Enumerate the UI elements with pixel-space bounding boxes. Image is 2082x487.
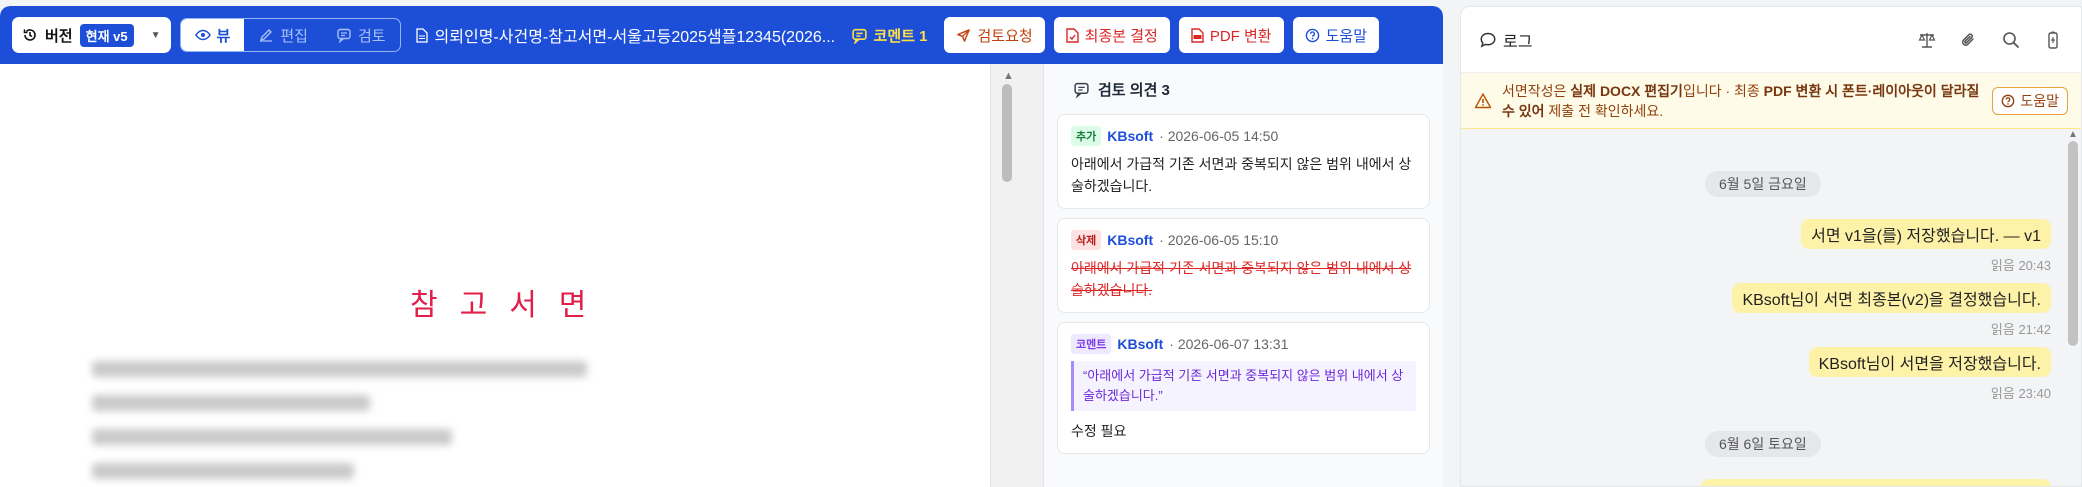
- mode-view-label: 뷰: [216, 27, 231, 45]
- message-time: 읽음 23:40: [1990, 386, 2051, 401]
- search-icon[interactable]: [2001, 30, 2021, 50]
- history-icon: [22, 27, 38, 43]
- help-label: 도움말: [1325, 27, 1368, 45]
- document-heading: 참고서면: [410, 288, 609, 323]
- notice-text-part: 서면작성은: [1502, 82, 1571, 99]
- pdf-convert-button[interactable]: PDF 변환: [1178, 17, 1284, 53]
- review-panel: 검토 의견 3 추가 KBsoft · 2026-06-05 14:50 아래에서 …: [1043, 64, 1443, 487]
- log-scrollbar[interactable]: ▲: [2068, 129, 2078, 486]
- warning-icon: [1474, 92, 1492, 110]
- review-time: · 2026-06-07 13:31: [1169, 336, 1289, 352]
- finalize-label: 최종본 결정: [1084, 27, 1158, 45]
- review-item-comment[interactable]: 코멘트 KBsoft · 2026-06-07 13:31 “아래에서 가급적 기존…: [1057, 322, 1430, 454]
- date-separator: 6월 6일 토요일: [1705, 431, 1821, 457]
- review-item-deletion[interactable]: 삭제 KBsoft · 2026-06-05 15:10 아래에서 가급적 기존 서…: [1057, 218, 1430, 313]
- send-icon: [956, 28, 971, 43]
- editor-panel: 버전 현재 v5 ▼ 뷰 편집 검토 의뢰인명-사건명-참고서면-서울고등202…: [0, 6, 1443, 487]
- review-text: 아래에서 가급적 기존 서면과 중복되지 않은 범위 내에서 상술하겠습니다.: [1071, 260, 1412, 298]
- document-page[interactable]: 참고서면: [0, 64, 990, 487]
- log-title: 로그: [1503, 33, 1533, 51]
- document-scrollbar[interactable]: ▲: [990, 64, 1043, 487]
- finalize-button[interactable]: 최종본 결정: [1053, 17, 1170, 53]
- log-panel: 로그 서면작성은 실제 DOCX 편집기입니다 · 최종 PDF 변환 시 폰트…: [1460, 6, 2082, 487]
- redacted-line: [92, 429, 452, 445]
- review-request-label: 검토요청: [977, 27, 1033, 45]
- notice-help-button[interactable]: 도움말: [1992, 86, 2068, 115]
- document-title-text: 의뢰인명-사건명-참고서면-서울고등2025샘플12345(2026...: [434, 29, 836, 46]
- scale-icon[interactable]: [1917, 30, 1937, 50]
- mode-edit-button[interactable]: 편집: [244, 19, 322, 51]
- document-check-icon: [1065, 27, 1079, 43]
- chat-log[interactable]: 6월 5일 금요일 서면 v1을(를) 저장했습니다. — v1 읽음 20:4…: [1461, 129, 2081, 486]
- review-time: · 2026-06-05 14:50: [1159, 128, 1279, 144]
- review-time: · 2026-06-05 15:10: [1159, 232, 1279, 248]
- comment-count[interactable]: 코멘트 1: [851, 25, 928, 46]
- editor-toolbar: 버전 현재 v5 ▼ 뷰 편집 검토 의뢰인명-사건명-참고서면-서울고등202…: [0, 6, 1443, 64]
- mode-edit-label: 편집: [280, 27, 308, 45]
- app-root: 버전 현재 v5 ▼ 뷰 편집 검토 의뢰인명-사건명-참고서면-서울고등202…: [0, 0, 2082, 487]
- scroll-up-icon[interactable]: ▲: [2068, 129, 2078, 140]
- comment-count-label: 코멘트 1: [873, 27, 928, 45]
- notice-banner: 서면작성은 실제 DOCX 편집기입니다 · 최종 PDF 변환 시 폰트·레이…: [1461, 73, 2081, 129]
- notice-text-part: 제출 전 확인하세요.: [1544, 102, 1664, 119]
- mode-switcher: 뷰 편집 검토: [179, 18, 401, 52]
- document-title: 의뢰인명-사건명-참고서면-서울고등2025샘플12345(2026...: [415, 23, 836, 47]
- chat-message: 서면 v1을(를) 저장했습니다. — v1: [1801, 219, 2051, 249]
- review-header: 검토 의견 3: [1057, 64, 1430, 114]
- addition-tag: 추가: [1071, 126, 1102, 146]
- comment-tag: 코멘트: [1071, 334, 1112, 354]
- pdf-icon: [1191, 27, 1204, 43]
- redacted-line: [92, 463, 354, 479]
- mode-review-button[interactable]: 검토: [322, 19, 400, 51]
- redacted-line: [92, 395, 370, 411]
- review-item-addition[interactable]: 추가 KBsoft · 2026-06-05 14:50 아래에서 가급적 기존 서…: [1057, 114, 1430, 209]
- chat-message-partial: [1701, 479, 2051, 486]
- review-author: KBsoft: [1117, 336, 1164, 352]
- version-label: 버전: [45, 27, 73, 45]
- notice-text-bold: 실제 DOCX 편집기: [1570, 82, 1683, 99]
- notice-text-part: 입니다 · 최종: [1682, 82, 1764, 99]
- date-separator: 6월 5일 금요일: [1705, 171, 1821, 197]
- mode-review-label: 검토: [357, 27, 386, 45]
- review-author: KBsoft: [1107, 128, 1154, 144]
- version-selector[interactable]: 버전 현재 v5 ▼: [12, 17, 171, 53]
- redacted-line: [92, 361, 587, 377]
- paperclip-icon[interactable]: [1959, 30, 1979, 50]
- file-icon: [415, 27, 428, 43]
- review-text: 수정 필요: [1071, 423, 1127, 439]
- message-time: 읽음 21:42: [1990, 322, 2051, 337]
- review-text: 아래에서 가급적 기존 서면과 중복되지 않은 범위 내에서 상술하겠습니다.: [1071, 156, 1412, 194]
- help-button[interactable]: 도움말: [1292, 17, 1380, 53]
- message-time: 읽음 20:43: [1990, 258, 2051, 273]
- chat-message: KBsoft님이 서면 최종본(v2)을 결정했습니다.: [1732, 283, 2051, 313]
- notice-text: 서면작성은 실제 DOCX 편집기입니다 · 최종 PDF 변환 시 폰트·레이…: [1502, 81, 1982, 121]
- chevron-down-icon: ▼: [150, 29, 161, 41]
- comment-icon: [1073, 81, 1090, 98]
- comment-icon: [851, 27, 868, 44]
- review-title: 검토 의견 3: [1098, 81, 1170, 99]
- scrollbar-thumb[interactable]: [1002, 84, 1012, 182]
- review-quote: “아래에서 가급적 기존 서면과 중복되지 않은 범위 내에서 상술하겠습니다.…: [1071, 361, 1416, 411]
- chat-message: KBsoft님이 서면을 저장했습니다.: [1808, 347, 2051, 377]
- pencil-icon: [258, 27, 274, 43]
- pdf-convert-label: PDF 변환: [1209, 27, 1272, 45]
- mode-view-button[interactable]: 뷰: [180, 19, 245, 51]
- scrollbar-thumb[interactable]: [2068, 141, 2078, 346]
- help-icon: [2001, 94, 2015, 108]
- version-badge: 현재 v5: [79, 23, 134, 47]
- chat-bubble-icon: [1479, 31, 1497, 49]
- log-header: 로그: [1461, 7, 2081, 73]
- review-request-button[interactable]: 검토요청: [944, 17, 1045, 53]
- eye-icon: [194, 27, 211, 43]
- scroll-up-icon[interactable]: ▲: [1003, 70, 1014, 82]
- help-icon: [1305, 28, 1320, 43]
- review-author: KBsoft: [1107, 232, 1154, 248]
- deletion-tag: 삭제: [1071, 230, 1102, 250]
- battery-icon[interactable]: [2043, 30, 2063, 50]
- comment-icon: [336, 27, 352, 43]
- notice-help-label: 도움말: [2020, 92, 2059, 109]
